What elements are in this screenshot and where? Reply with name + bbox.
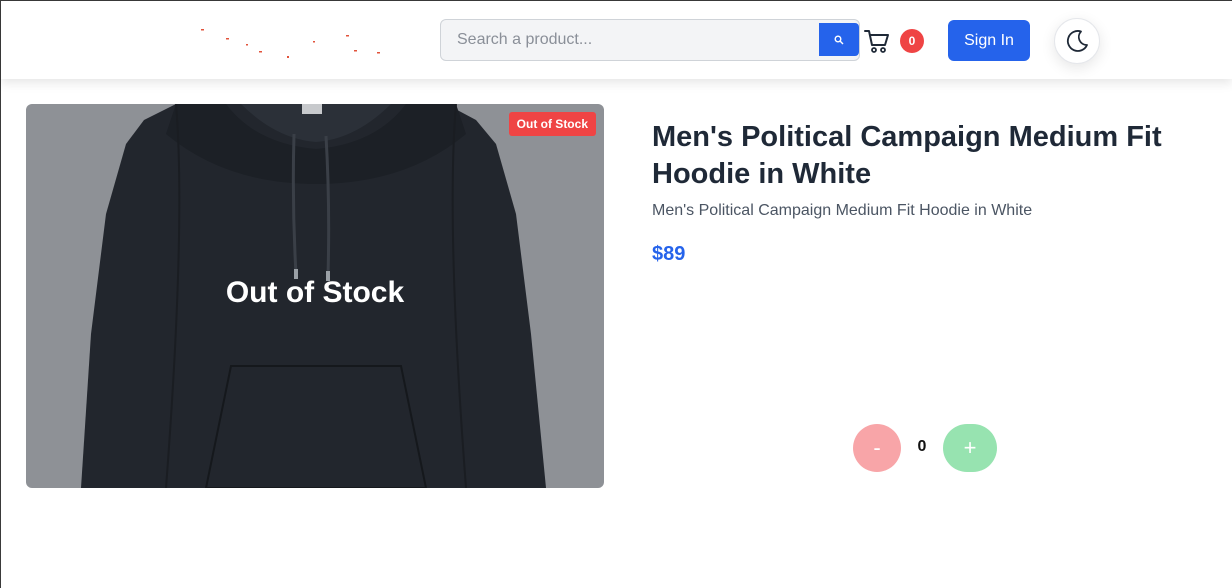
product-title: Men's Political Campaign Medium Fit Hood… [652, 121, 1162, 190]
product-description: Men's Political Campaign Medium Fit Hood… [652, 202, 1033, 219]
search-icon [834, 35, 844, 44]
cart-icon[interactable] [863, 27, 891, 55]
moon-icon [1066, 30, 1088, 52]
top-navbar: 0 Sign In [1, 1, 1232, 79]
search-button[interactable] [819, 23, 859, 56]
product-price: $89 [652, 243, 686, 265]
out-of-stock-overlay-text: Out of Stock [225, 276, 405, 309]
decrease-quantity-button[interactable]: - [853, 424, 901, 472]
quantity-value: 0 [917, 438, 927, 455]
theme-toggle-button[interactable] [1054, 18, 1100, 64]
search-input[interactable] [441, 20, 819, 60]
cart-count-badge: 0 [900, 29, 924, 53]
sign-in-button[interactable]: Sign In [948, 20, 1030, 61]
increase-quantity-button[interactable]: + [943, 424, 997, 472]
out-of-stock-badge: Out of Stock [508, 112, 596, 136]
brand-logo[interactable] [196, 25, 391, 59]
product-image: Out of Stock Out of Stock [26, 104, 604, 488]
search-bar [440, 19, 860, 61]
